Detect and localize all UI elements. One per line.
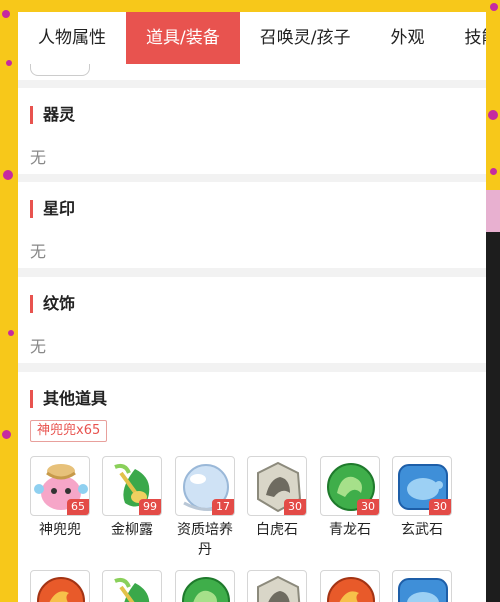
item-count-badge: 65 xyxy=(67,499,89,515)
section-value: 无 xyxy=(30,337,47,356)
section-title: 器灵 xyxy=(30,106,75,124)
item-thumb xyxy=(320,570,380,602)
item-card[interactable]: 65 神兜兜 xyxy=(30,456,90,540)
willow-dew-icon xyxy=(114,577,150,602)
item-thumb: 30 xyxy=(392,456,452,516)
item-card[interactable] xyxy=(102,570,162,602)
item-card[interactable] xyxy=(392,570,452,602)
section-value: 无 xyxy=(30,148,47,167)
tab-summons-children[interactable]: 召唤灵/孩子 xyxy=(240,12,371,64)
item-name: 资质培养丹 xyxy=(177,522,233,558)
background-dot xyxy=(6,60,12,66)
item-count-badge: 30 xyxy=(357,499,379,515)
item-count-badge: 30 xyxy=(429,499,451,515)
background-dot xyxy=(8,330,14,336)
phoenix-stone-icon xyxy=(37,577,85,602)
section-title: 其他道具 xyxy=(30,390,107,408)
section-value: 无 xyxy=(30,242,47,261)
background-dot xyxy=(2,430,11,439)
item-card[interactable] xyxy=(247,570,307,602)
section-wenshi: 纹饰 无 xyxy=(18,277,486,363)
previous-section-control xyxy=(30,64,90,76)
item-card[interactable]: 17 资质培养丹 xyxy=(175,456,235,560)
tab-skills[interactable]: 技能 xyxy=(444,12,486,64)
item-card[interactable] xyxy=(30,570,90,602)
item-name: 青龙石 xyxy=(329,522,371,538)
item-thumb: 30 xyxy=(320,456,380,516)
item-name: 金柳露 xyxy=(111,522,153,538)
item-thumb: 17 xyxy=(175,456,235,516)
item-card[interactable]: 30 青龙石 xyxy=(320,456,380,540)
white-tiger-stone-icon xyxy=(257,575,301,602)
item-name: 玄武石 xyxy=(401,522,443,538)
tab-items-equipment[interactable]: 道具/装备 xyxy=(126,12,240,64)
item-card[interactable] xyxy=(320,570,380,602)
item-thumb: 65 xyxy=(30,456,90,516)
tab-bar: 人物属性 道具/装备 召唤灵/孩子 外观 技能 xyxy=(18,12,486,64)
section-xingyin: 星印 无 xyxy=(18,182,486,268)
item-thumb xyxy=(247,570,307,602)
section-qiling: 器灵 无 xyxy=(18,88,486,174)
item-thumb xyxy=(30,570,90,602)
item-summary-tag: 神兜兜x65 xyxy=(30,420,108,442)
item-thumb xyxy=(392,570,452,602)
item-name: 神兜兜 xyxy=(39,522,81,538)
section-other-items: 其他道具 神兜兜x65 65 神兜兜 99 金柳露 17 资质培养丹 30 白虎… xyxy=(18,372,486,602)
background-dot xyxy=(3,170,13,180)
item-thumb xyxy=(102,570,162,602)
item-count-badge: 99 xyxy=(139,499,161,515)
previous-section-edge xyxy=(18,64,486,80)
item-card[interactable]: 99 金柳露 xyxy=(102,456,162,540)
item-count-badge: 30 xyxy=(284,499,306,515)
background-dot xyxy=(488,110,498,120)
section-title: 纹饰 xyxy=(30,295,75,313)
phoenix-stone-icon xyxy=(327,577,375,602)
detail-panel: 人物属性 道具/装备 召唤灵/孩子 外观 技能 器灵 无 星印 无 纹饰 无 其… xyxy=(18,12,486,602)
item-thumb: 30 xyxy=(247,456,307,516)
item-card[interactable]: 30 白虎石 xyxy=(247,456,307,540)
tab-appearance[interactable]: 外观 xyxy=(370,12,444,64)
item-thumb: 99 xyxy=(102,456,162,516)
black-tortoise-stone-icon xyxy=(398,578,448,602)
item-card[interactable]: 30 玄武石 xyxy=(392,456,452,540)
azure-dragon-stone-icon xyxy=(182,577,230,602)
background-dot xyxy=(490,168,497,175)
item-count-badge: 17 xyxy=(212,499,234,515)
item-card[interactable] xyxy=(175,570,235,602)
tab-character-attributes[interactable]: 人物属性 xyxy=(18,12,126,64)
background-dot xyxy=(490,3,498,11)
item-name: 白虎石 xyxy=(256,522,298,538)
section-title: 星印 xyxy=(30,200,75,218)
item-thumb xyxy=(175,570,235,602)
background-dot xyxy=(2,10,10,18)
